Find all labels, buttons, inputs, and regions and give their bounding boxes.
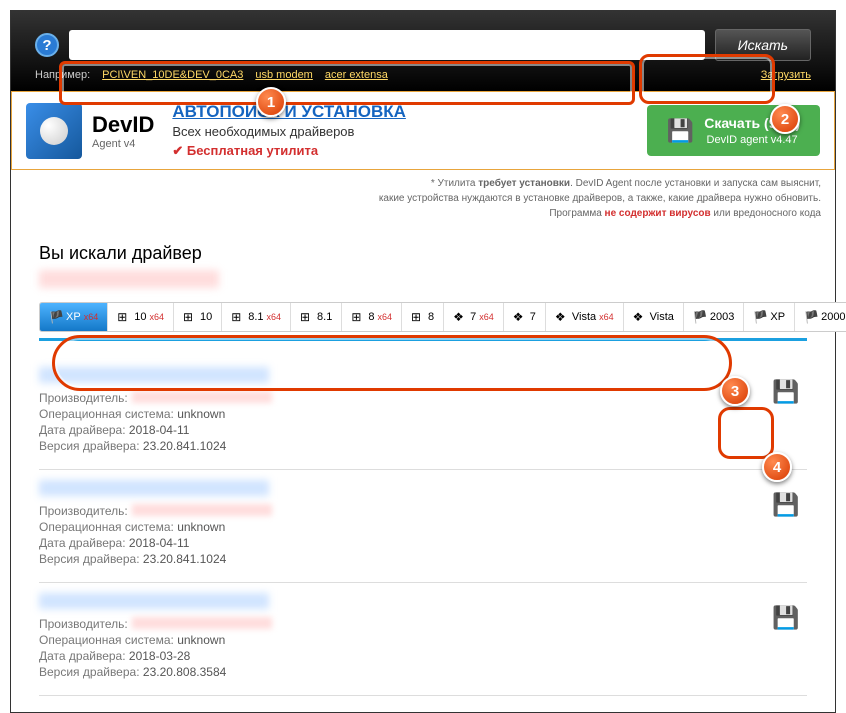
floppy-icon: 💾 (772, 379, 799, 405)
annotation-marker-3: 3 (720, 376, 750, 406)
blurred-value (132, 391, 272, 403)
date-value: 2018-04-11 (129, 423, 190, 437)
blurred-driver-title (39, 367, 269, 383)
windows-icon: ⊞ (183, 310, 197, 324)
os-tab-2003[interactable]: 🏴2003 (684, 303, 744, 331)
date-value: 2018-03-28 (129, 649, 190, 663)
results-heading: Вы искали драйвер (39, 243, 807, 264)
os-tab-10-x64[interactable]: ⊞10x64 (108, 303, 174, 331)
devid-logo-icon (26, 103, 82, 159)
os-value: unknown (177, 407, 225, 421)
os-label: Операционная система: (39, 407, 174, 421)
date-label: Дата драйвера: (39, 536, 126, 550)
blurred-value (132, 617, 272, 629)
windows-icon: ❖ (555, 310, 569, 324)
os-tab-Vista[interactable]: ❖Vista (624, 303, 684, 331)
example-link-3[interactable]: acer extensa (325, 69, 388, 81)
os-tab-2000[interactable]: 🏴2000 (795, 303, 846, 331)
manufacturer-label: Производитель: (39, 391, 128, 405)
promo-free-badge: Бесплатная утилита (172, 143, 628, 159)
windows-icon: 🏴 (804, 310, 818, 324)
os-tab-Vista-x64[interactable]: ❖Vistax64 (546, 303, 624, 331)
annotation-marker-1: 1 (256, 87, 286, 117)
windows-icon: ⊞ (117, 310, 131, 324)
windows-icon: ❖ (633, 310, 647, 324)
os-tab-10[interactable]: ⊞10 (174, 303, 222, 331)
os-tab-8-x64[interactable]: ⊞8x64 (342, 303, 402, 331)
install-note: * Утилита требует установки. DevID Agent… (11, 170, 835, 227)
version-label: Версия драйвера: (39, 439, 140, 453)
floppy-icon: 💾 (772, 492, 799, 518)
save-driver-button[interactable]: 💾 (771, 603, 801, 633)
search-input[interactable] (69, 30, 705, 60)
os-tab-7[interactable]: ❖7 (504, 303, 546, 331)
blurred-query (39, 270, 219, 288)
annotation-marker-4: 4 (762, 452, 792, 482)
os-tab-81[interactable]: ⊞8.1 (291, 303, 342, 331)
os-tab-81-x64[interactable]: ⊞8.1x64 (222, 303, 291, 331)
windows-icon: 🏴 (753, 310, 767, 324)
version-value: 23.20.841.1024 (143, 552, 226, 566)
os-value: unknown (177, 520, 225, 534)
annotation-marker-2: 2 (770, 104, 800, 134)
result-item: Производитель: Операционная система: unkn… (39, 583, 807, 696)
windows-icon: ⊞ (351, 310, 365, 324)
floppy-icon: 💾 (772, 605, 799, 631)
windows-icon: ❖ (513, 310, 527, 324)
windows-icon: 🏴 (49, 310, 63, 324)
windows-icon: ⊞ (300, 310, 314, 324)
os-tab-8[interactable]: ⊞8 (402, 303, 444, 331)
result-item: Производитель: Операционная система: unkn… (39, 357, 807, 470)
blurred-value (132, 504, 272, 516)
windows-icon: ❖ (453, 310, 467, 324)
windows-icon: ⊞ (411, 310, 425, 324)
agent-version: Agent v4 (92, 138, 154, 150)
floppy-icon: 💾 (667, 118, 694, 144)
os-value: unknown (177, 633, 225, 647)
search-button[interactable]: Искать (715, 29, 811, 61)
help-icon[interactable]: ? (35, 33, 59, 57)
manufacturer-label: Производитель: (39, 504, 128, 518)
date-label: Дата драйвера: (39, 423, 126, 437)
promo-headline-link[interactable]: АВТОПОИСК И УСТАНОВКА (172, 102, 406, 121)
example-link-2[interactable]: usb modem (255, 69, 312, 81)
blurred-driver-title (39, 593, 269, 609)
version-label: Версия драйвера: (39, 552, 140, 566)
blurred-driver-title (39, 480, 269, 496)
brand-title: DevID (92, 112, 154, 138)
divider (39, 338, 807, 341)
windows-icon: ⊞ (231, 310, 245, 324)
example-link-1[interactable]: PCI\VEN_10DE&DEV_0CA3 (102, 69, 243, 81)
os-tab-XP-x64[interactable]: 🏴XPx64 (40, 303, 108, 331)
save-driver-button[interactable]: 💾 (771, 490, 801, 520)
os-tab-XP[interactable]: 🏴XP (744, 303, 795, 331)
promo-subline: Всех необходимых драйверов (172, 124, 628, 139)
version-value: 23.20.841.1024 (143, 439, 226, 453)
os-label: Операционная система: (39, 520, 174, 534)
results-list: Производитель: Операционная система: unkn… (39, 357, 807, 696)
result-item: Производитель: Операционная система: unkn… (39, 470, 807, 583)
os-filter-tabs: 🏴XPx64⊞10x64⊞10⊞8.1x64⊞8.1⊞8x64⊞8❖7x64❖7… (39, 302, 846, 332)
os-label: Операционная система: (39, 633, 174, 647)
date-label: Дата драйвера: (39, 649, 126, 663)
version-label: Версия драйвера: (39, 665, 140, 679)
example-label: Например: (35, 69, 90, 81)
top-search-bar: ? Искать Например: PCI\VEN_10DE&DEV_0CA3… (11, 11, 835, 91)
promo-banner: DevID Agent v4 АВТОПОИСК И УСТАНОВКА Все… (11, 91, 835, 170)
load-link[interactable]: Загрузить (761, 69, 811, 81)
manufacturer-label: Производитель: (39, 617, 128, 631)
version-value: 23.20.808.3584 (143, 665, 226, 679)
save-driver-button[interactable]: 💾 (771, 377, 801, 407)
os-tab-7-x64[interactable]: ❖7x64 (444, 303, 504, 331)
windows-icon: 🏴 (693, 310, 707, 324)
date-value: 2018-04-11 (129, 536, 190, 550)
